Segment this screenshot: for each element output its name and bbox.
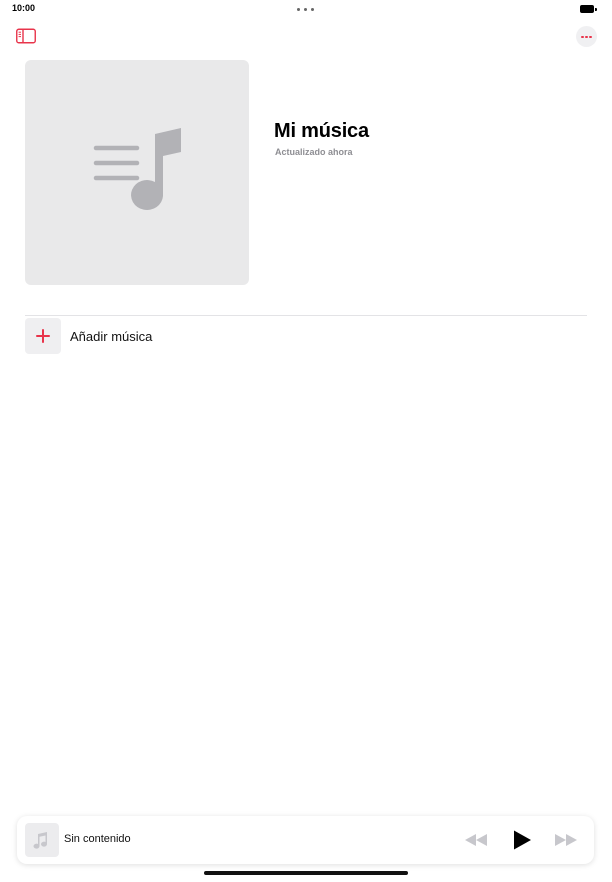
now-playing-title: Sin contenido [64,833,131,845]
fast-forward-icon [555,834,577,846]
sidebar-toggle-icon [16,28,36,44]
multitasking-dots-icon[interactable] [296,8,316,12]
plus-icon [36,329,50,343]
status-bar: 10:00 [0,0,612,18]
ellipsis-icon [581,35,584,39]
add-music-thumbnail [25,318,61,354]
play-button[interactable] [511,829,533,851]
status-time: 10:00 [12,3,36,13]
divider [25,315,587,316]
playlist-artwork [25,60,249,285]
add-music-button[interactable]: Añadir música [25,318,587,355]
sidebar-toggle-button[interactable] [16,28,36,44]
mini-player[interactable]: Sin contenido [17,816,594,864]
play-icon [514,830,531,850]
fast-forward-button[interactable] [554,833,578,847]
more-options-button[interactable] [576,26,597,47]
mini-player-artwork [25,823,59,857]
rewind-button[interactable] [464,833,488,847]
playlist-title: Mi música [274,120,369,142]
music-note-icon [33,832,48,849]
rewind-icon [465,834,487,846]
playlist-updated-label: Actualizado ahora [275,147,353,157]
home-indicator[interactable] [204,871,408,875]
music-note-list-icon [93,128,181,211]
battery-icon [580,5,597,13]
add-music-label: Añadir música [70,329,153,344]
